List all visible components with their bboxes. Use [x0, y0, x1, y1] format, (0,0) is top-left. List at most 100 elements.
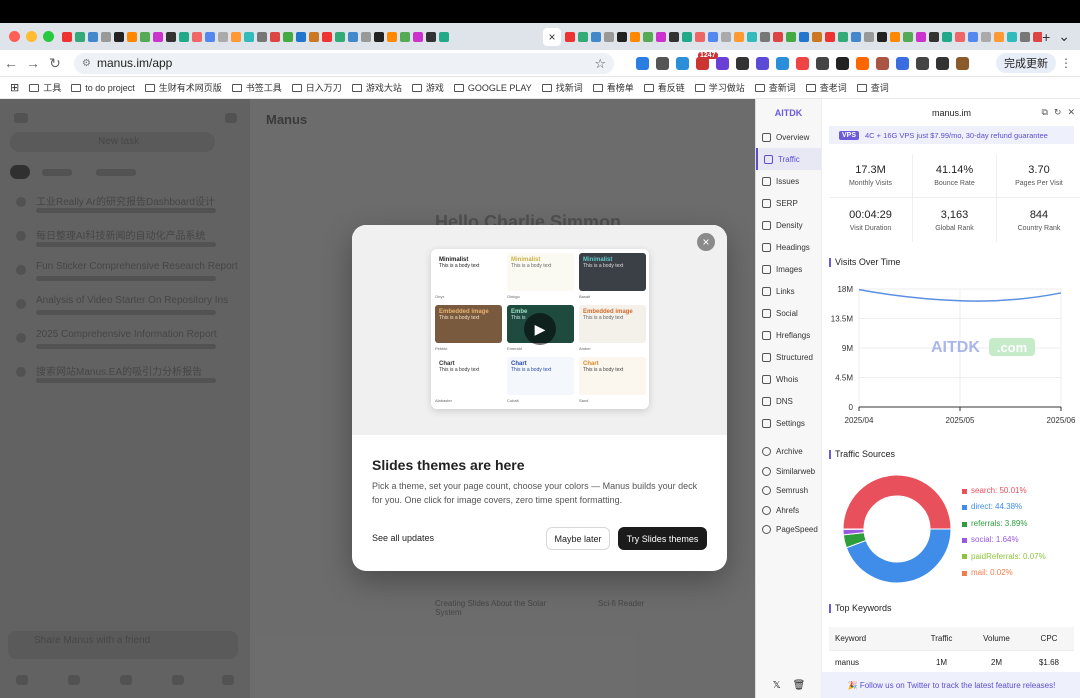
tab-favicon-icon[interactable] — [374, 31, 384, 42]
tab-favicon-icon[interactable] — [166, 31, 176, 42]
tab-favicon-icon[interactable] — [426, 31, 436, 42]
extension-icon[interactable] — [836, 56, 849, 70]
extension-icon[interactable] — [856, 56, 869, 70]
nav-traffic[interactable]: Traffic — [756, 148, 821, 170]
tab-favicon-icon[interactable] — [955, 31, 966, 42]
bookmark-item[interactable]: 查词 — [856, 81, 889, 94]
copy-icon[interactable]: ⧉ — [1041, 107, 1047, 118]
tab-favicon-icon[interactable] — [773, 31, 784, 42]
theme-thumbnail[interactable]: Minimalist This is a body text — [435, 253, 502, 291]
extension-icon[interactable] — [916, 56, 929, 70]
tab-favicon-icon[interactable] — [153, 31, 163, 42]
nav-whois[interactable]: Whois — [756, 368, 821, 390]
extension-icon[interactable] — [816, 56, 829, 70]
tab-favicon-icon[interactable] — [968, 31, 979, 42]
tab-favicon-icon[interactable] — [127, 31, 137, 42]
tab-favicon-icon[interactable] — [630, 31, 641, 42]
tab-favicon-icon[interactable] — [192, 31, 202, 42]
tab-favicon-icon[interactable] — [322, 31, 332, 42]
nav-dns[interactable]: DNS — [756, 390, 821, 412]
tool-similarweb[interactable]: Similarweb — [756, 462, 821, 482]
update-button[interactable]: 完成更新 — [996, 53, 1056, 73]
tab-favicon-icon[interactable] — [682, 31, 693, 42]
nav-density[interactable]: Density — [756, 214, 821, 236]
tab-favicon-icon[interactable] — [361, 31, 371, 42]
tab-favicon-icon[interactable] — [760, 31, 771, 42]
twitter-follow-banner[interactable]: 🎉 Follow us on Twitter to track the late… — [822, 672, 1080, 698]
theme-thumbnail[interactable]: Minimalist This is a body text — [579, 253, 646, 291]
extension-icon[interactable] — [956, 56, 969, 70]
theme-thumbnail[interactable]: Chart This is a body text — [435, 357, 502, 395]
tab-favicon-icon[interactable] — [721, 31, 732, 42]
tab-favicon-icon[interactable] — [565, 31, 576, 42]
forward-icon[interactable]: → — [22, 55, 44, 71]
tab-search-icon[interactable]: ⌄ — [1058, 28, 1070, 45]
theme-thumbnail[interactable]: Embedded image This is a body text — [435, 305, 502, 343]
extension-icon[interactable] — [676, 56, 689, 70]
extension-icon[interactable] — [756, 56, 769, 70]
nav-images[interactable]: Images — [756, 258, 821, 280]
zoom-window-button[interactable] — [43, 31, 54, 42]
active-tab-close-icon[interactable]: × — [543, 27, 562, 46]
bookmark-item[interactable]: 看反链 — [643, 81, 685, 94]
try-slides-themes-button[interactable]: Try Slides themes — [618, 527, 707, 550]
bookmark-item[interactable]: 查老词 — [805, 81, 847, 94]
tab-favicons-right[interactable] — [565, 27, 1043, 47]
tab-favicon-icon[interactable] — [890, 31, 901, 42]
tab-favicon-icon[interactable] — [309, 31, 319, 42]
new-tab-icon[interactable]: + — [1042, 29, 1050, 45]
modal-close-icon[interactable]: × — [697, 233, 715, 251]
tab-favicon-icon[interactable] — [942, 31, 953, 42]
close-window-button[interactable] — [9, 31, 20, 42]
tab-favicon-icon[interactable] — [296, 31, 306, 42]
tab-favicon-icon[interactable] — [413, 31, 423, 42]
tab-favicon-icon[interactable] — [231, 31, 241, 42]
bookmark-item[interactable]: 日入万刀 — [291, 81, 342, 94]
nav-issues[interactable]: Issues — [756, 170, 821, 192]
tab-favicon-icon[interactable] — [734, 31, 745, 42]
bookmark-item[interactable]: 查新词 — [754, 81, 796, 94]
tab-favicon-icon[interactable] — [851, 31, 862, 42]
nav-structured[interactable]: Structured — [756, 346, 821, 368]
tab-favicon-icon[interactable] — [604, 31, 615, 42]
minimize-window-button[interactable] — [26, 31, 37, 42]
extension-icon[interactable] — [636, 56, 649, 70]
tab-favicon-icon[interactable] — [1020, 31, 1031, 42]
theme-thumbnail[interactable]: Chart This is a body text — [579, 357, 646, 395]
tab-favicon-icon[interactable] — [812, 31, 823, 42]
nav-serp[interactable]: SERP — [756, 192, 821, 214]
tab-favicon-icon[interactable] — [591, 31, 602, 42]
extension-icon[interactable] — [776, 56, 789, 70]
tab-favicons[interactable] — [62, 27, 539, 47]
tab-favicon-icon[interactable] — [838, 31, 849, 42]
tab-favicon-icon[interactable] — [179, 31, 189, 42]
tab-favicon-icon[interactable] — [695, 31, 706, 42]
apps-grid-icon[interactable]: ⊞ — [10, 81, 19, 94]
bookmark-item[interactable]: 生财有术网页版 — [144, 81, 222, 94]
tab-favicon-icon[interactable] — [929, 31, 940, 42]
tab-favicon-icon[interactable] — [786, 31, 797, 42]
bookmark-item[interactable]: 找新词 — [541, 81, 583, 94]
extension-icon[interactable]: 1247 — [696, 51, 718, 70]
tab-favicon-icon[interactable] — [1007, 31, 1018, 42]
tab-favicon-icon[interactable] — [643, 31, 654, 42]
tool-pagespeed[interactable]: PageSpeed — [756, 520, 821, 540]
tool-semrush[interactable]: Semrush — [756, 481, 821, 501]
tab-favicon-icon[interactable] — [708, 31, 719, 42]
extension-icon[interactable] — [936, 56, 949, 70]
tab-favicon-icon[interactable] — [747, 31, 758, 42]
tab-favicon-icon[interactable] — [335, 31, 345, 42]
tab-favicon-icon[interactable] — [400, 31, 410, 42]
maybe-later-button[interactable]: Maybe later — [546, 527, 610, 550]
extension-icon[interactable] — [896, 56, 909, 70]
tab-favicon-icon[interactable] — [877, 31, 888, 42]
tab-favicon-icon[interactable] — [114, 31, 124, 42]
tab-favicon-icon[interactable] — [617, 31, 628, 42]
bookmark-item[interactable]: 游戏大站 — [351, 81, 402, 94]
nav-hreflangs[interactable]: Hreflangs — [756, 324, 821, 346]
theme-thumbnail[interactable]: Chart This is a body text — [507, 357, 574, 395]
tab-favicon-icon[interactable] — [387, 31, 397, 42]
tab-favicon-icon[interactable] — [994, 31, 1005, 42]
tab-favicon-icon[interactable] — [439, 31, 449, 42]
bookmark-item[interactable]: to do project — [71, 83, 135, 93]
